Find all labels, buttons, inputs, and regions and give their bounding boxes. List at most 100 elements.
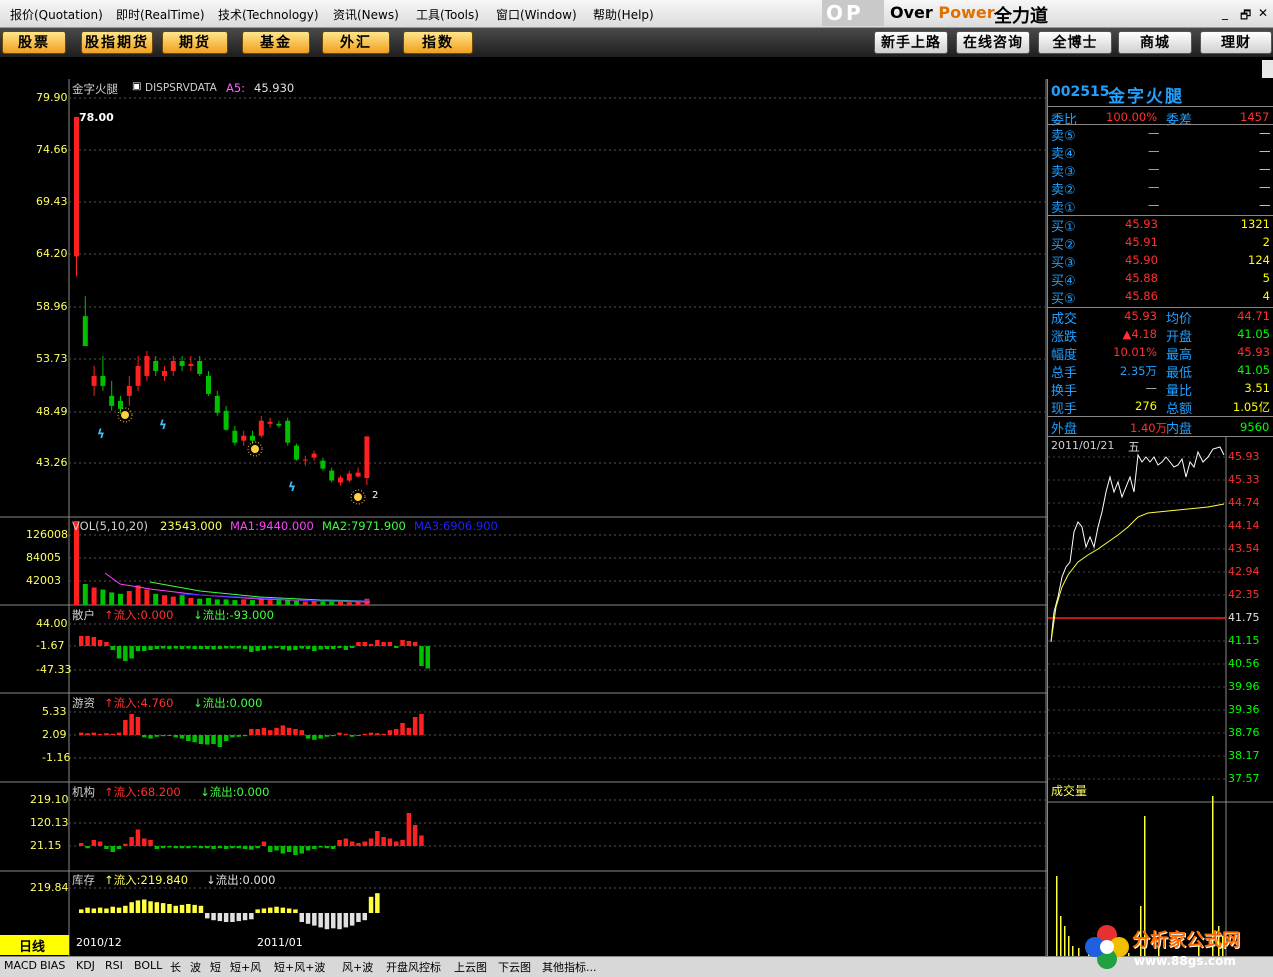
menu-realtime[interactable]: 即时(RealTime)	[116, 6, 205, 23]
sanhu-bar	[230, 646, 235, 649]
buy-label: 买③	[1051, 256, 1076, 271]
btn-futures[interactable]: 期货	[162, 31, 228, 54]
sun-icon	[354, 493, 362, 501]
candle-body	[320, 460, 326, 469]
indicator-tab[interactable]: 上云图	[454, 959, 487, 975]
youzi-bar	[318, 735, 323, 739]
close-icon[interactable]: ✕	[1258, 6, 1268, 20]
kucun-bar	[142, 899, 147, 913]
candle-body	[346, 473, 352, 481]
vol-tick: 84005	[26, 551, 61, 564]
menu-technology[interactable]: 技术(Technology)	[218, 6, 319, 23]
stat-label: 现手	[1051, 402, 1078, 417]
sell-price: —	[1148, 180, 1160, 194]
restore-icon[interactable]: 🗗	[1240, 6, 1251, 27]
sanhu-bar	[154, 646, 160, 649]
jigou-bar	[198, 846, 204, 849]
btn-beginner[interactable]: 新手上路	[874, 31, 948, 54]
indicator-tab[interactable]: 开盘风控标	[386, 959, 441, 975]
sanhu-bar	[242, 646, 248, 649]
indicator-tab[interactable]: RSI	[105, 959, 123, 972]
vol-tick: 42003	[26, 574, 61, 587]
sanhu-bar	[217, 646, 223, 649]
minimize-icon[interactable]: _	[1222, 6, 1228, 20]
stat-label-2: 均价	[1166, 312, 1193, 327]
sanhu-bar	[286, 646, 292, 651]
buy-qty: 1321	[1240, 217, 1270, 231]
intra-price-tick: 40.56	[1228, 657, 1260, 670]
youzi-bar	[110, 733, 115, 735]
indicator-tab[interactable]: BOLL	[134, 959, 162, 972]
price-tick: 53.73	[36, 352, 68, 365]
menu-help[interactable]: 帮助(Help)	[593, 6, 654, 23]
brand-power: Power	[938, 3, 995, 22]
vol-value: 23543.000	[160, 519, 223, 533]
intra-vol-bar	[1056, 876, 1058, 956]
sanhu-bar	[387, 642, 393, 646]
kucun-bar	[110, 906, 115, 913]
youzi-bar	[255, 729, 260, 735]
jigou-bar	[242, 846, 248, 849]
indicator-tab[interactable]: MACD	[4, 959, 37, 972]
youzi-bar	[167, 735, 172, 736]
menu-news[interactable]: 资讯(News)	[333, 6, 399, 23]
kucun-bar	[205, 913, 210, 919]
sanhu-bar	[236, 646, 241, 649]
volume-bar	[329, 601, 335, 605]
indicator-tab[interactable]: KDJ	[76, 959, 95, 972]
btn-consult[interactable]: 在线咨询	[956, 31, 1030, 54]
indicator-tab[interactable]: 波	[190, 959, 201, 975]
jigou-bar	[318, 846, 323, 848]
btn-index-futures[interactable]: 股指期货	[81, 31, 153, 54]
xaxis-date-2: 2011/01	[257, 936, 303, 949]
sanhu-bar	[255, 646, 260, 651]
menu-window[interactable]: 窗口(Window)	[496, 6, 577, 23]
btn-forex[interactable]: 外汇	[322, 31, 390, 54]
jigou-bar	[142, 838, 147, 846]
indicator-tab[interactable]: 其他指标...	[542, 959, 597, 975]
sell-label: 卖①	[1051, 201, 1076, 216]
sanhu-bar	[85, 636, 90, 646]
indicator-tab[interactable]: 下云图	[498, 959, 531, 975]
kline-chart[interactable]: ϟ ϟ ϟ	[0, 79, 1047, 956]
intra-price-tick: 38.17	[1228, 749, 1260, 762]
btn-mall[interactable]: 商城	[1118, 31, 1192, 54]
indicator-tab[interactable]: 短	[210, 959, 221, 975]
candle-body	[223, 410, 229, 430]
jigou-bar	[217, 846, 223, 849]
jigou-bar	[104, 846, 109, 849]
menu-tools[interactable]: 工具(Tools)	[416, 6, 479, 23]
buy-label: 买④	[1051, 274, 1076, 289]
indicator-tab[interactable]: 风+波	[342, 959, 373, 975]
stat-value: ▲4.18	[1122, 327, 1157, 341]
btn-stocks[interactable]: 股票	[2, 31, 66, 54]
indicator-tab[interactable]: BIAS	[40, 959, 65, 972]
indicator-tab[interactable]: 短+风	[230, 959, 261, 975]
stat-label: 成交	[1051, 312, 1078, 327]
volume-bar	[100, 589, 106, 605]
scroll-strip[interactable]	[1262, 60, 1273, 78]
indicator-tab[interactable]: 长	[170, 959, 181, 975]
youzi-bar	[387, 730, 393, 735]
btn-doctor[interactable]: 全博士	[1038, 31, 1112, 54]
sanhu-bar	[186, 646, 191, 649]
youzi-bar	[186, 735, 191, 741]
intraday-chart[interactable]	[1048, 437, 1273, 956]
menu-quotation[interactable]: 报价(Quotation)	[10, 6, 103, 23]
buy-label: 买⑤	[1051, 292, 1076, 307]
btn-funds[interactable]: 基金	[242, 31, 310, 54]
btn-indices[interactable]: 指数	[403, 31, 473, 54]
sell-qty: —	[1259, 180, 1271, 194]
period-label[interactable]: 日线	[19, 936, 45, 955]
price-tick: 74.66	[36, 143, 68, 156]
kucun-bar	[375, 893, 380, 913]
candle-body	[82, 316, 88, 347]
volume-bar	[232, 600, 238, 605]
volume-bar	[241, 599, 247, 605]
buy-price: 45.90	[1125, 253, 1158, 267]
youzi-bar	[123, 720, 128, 735]
indicator-tab[interactable]: 短+风+波	[274, 959, 325, 975]
btn-finance[interactable]: 理财	[1200, 31, 1272, 54]
sanhu-bar	[293, 646, 298, 650]
kucun-bar	[324, 913, 330, 930]
